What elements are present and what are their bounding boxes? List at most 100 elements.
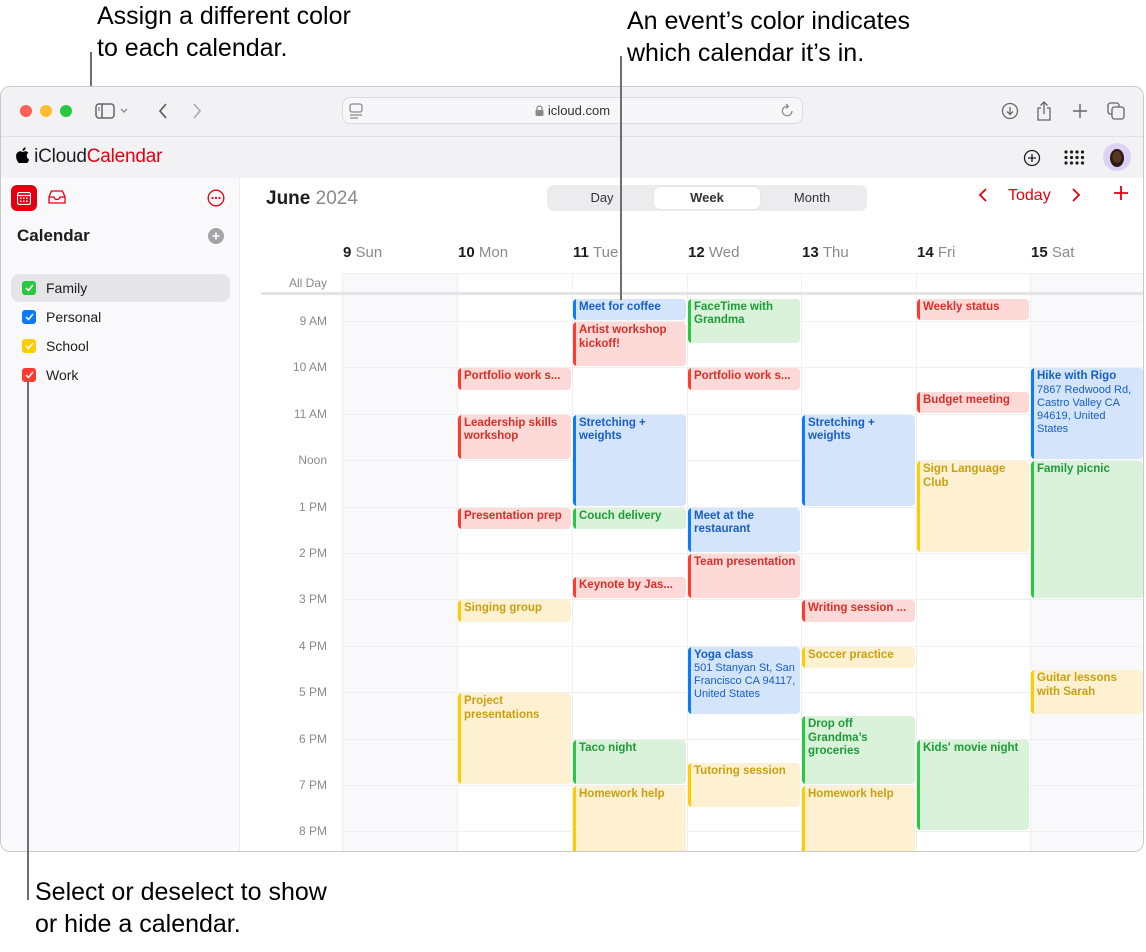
- day-header[interactable]: 11 Tue: [573, 244, 618, 261]
- new-event-button[interactable]: [1113, 185, 1129, 206]
- app-brand[interactable]: iCloudCalendar: [16, 146, 162, 168]
- app-grid-icon[interactable]: [1064, 150, 1085, 170]
- day-header[interactable]: 12 Wed: [688, 244, 739, 261]
- download-icon[interactable]: [997, 99, 1023, 123]
- calendar-label: School: [46, 338, 89, 354]
- brand-icloud: iCloud: [34, 146, 87, 167]
- address-bar[interactable]: icloud.com: [342, 97, 803, 124]
- zoom-window-button[interactable]: [60, 105, 72, 117]
- more-options-icon[interactable]: [207, 189, 225, 212]
- calendar-event[interactable]: Guitar lessons with Sarah: [1031, 670, 1143, 715]
- day-of-week: Wed: [708, 244, 740, 261]
- calendar-event[interactable]: Portfolio work s...: [688, 368, 800, 390]
- url-text: icloud.com: [547, 103, 611, 118]
- calendar-event[interactable]: Team presentation: [688, 554, 800, 599]
- lock-icon: [535, 104, 544, 119]
- hour-label: 10 AM: [292, 360, 327, 375]
- forward-icon[interactable]: [184, 99, 210, 123]
- calendar-event[interactable]: Portfolio work s...: [458, 368, 571, 390]
- day-header[interactable]: 9 Sun: [343, 244, 382, 261]
- previous-week-button[interactable]: [978, 183, 988, 209]
- calendar-event[interactable]: Sign Language Club: [917, 461, 1029, 552]
- day-column[interactable]: [342, 273, 457, 851]
- callout-line-1: Assign a different color: [97, 2, 351, 30]
- event-title: Meet for coffee: [579, 300, 661, 313]
- event-title: Meet at the restaurant: [694, 509, 755, 536]
- today-button[interactable]: Today: [1008, 187, 1051, 205]
- avatar[interactable]: [1103, 143, 1131, 176]
- reload-icon[interactable]: [781, 103, 794, 123]
- back-icon[interactable]: [150, 99, 176, 123]
- hour-label: 2 PM: [298, 546, 327, 560]
- day-number: 10: [458, 244, 479, 261]
- event-title: Hike with Rigo: [1037, 370, 1117, 383]
- calendar-event[interactable]: Artist workshop kickoff!: [573, 322, 686, 367]
- hour-label: 11 AM: [293, 406, 327, 421]
- callout-leader-line: [620, 56, 622, 300]
- event-title: Writing session ...: [808, 602, 907, 615]
- calendar-event[interactable]: Homework help: [802, 786, 915, 851]
- tabs-overview-icon[interactable]: [1103, 99, 1129, 123]
- share-icon[interactable]: [1031, 99, 1057, 123]
- calendar-checkbox[interactable]: [22, 368, 36, 382]
- calendar-event[interactable]: Soccer practice: [802, 646, 915, 668]
- calendar-item-school[interactable]: School: [11, 332, 230, 360]
- calendar-event[interactable]: Leadership skills workshop: [458, 414, 571, 460]
- calendar-event[interactable]: Yoga class 501 Stanyan St, San Francisco …: [688, 646, 800, 715]
- calendar-label: Family: [46, 280, 88, 296]
- event-title: Stretching + weights: [808, 416, 875, 443]
- calendar-event[interactable]: Project presentations: [458, 693, 571, 784]
- chevron-down-icon[interactable]: [117, 99, 131, 123]
- calendar-event[interactable]: Budget meeting: [917, 391, 1029, 413]
- calendar-event[interactable]: Homework help: [573, 786, 686, 851]
- calendar-event[interactable]: Stretching + weights: [573, 414, 686, 506]
- calendar-checkbox[interactable]: [22, 339, 36, 353]
- tab-month[interactable]: Month: [759, 187, 865, 209]
- calendar-event[interactable]: Keynote by Jas...: [573, 577, 686, 599]
- add-calendar-icon[interactable]: [208, 228, 224, 249]
- calendar-event[interactable]: Stretching + weights: [802, 414, 915, 506]
- day-header[interactable]: 14 Fri: [917, 244, 955, 261]
- tab-week[interactable]: Week: [654, 187, 760, 209]
- calendar-event[interactable]: Kids' movie night: [917, 739, 1029, 831]
- calendar-event[interactable]: Taco night: [573, 739, 686, 784]
- view-switcher: Day Week Month: [547, 185, 867, 211]
- day-header[interactable]: 13 Thu: [802, 244, 849, 261]
- calendar-event[interactable]: Weekly status: [917, 298, 1029, 320]
- next-week-button[interactable]: [1071, 183, 1081, 208]
- calendar-event[interactable]: Family picnic: [1031, 461, 1143, 599]
- event-title: Stretching + weights: [579, 416, 646, 443]
- day-of-week: Sat: [1051, 244, 1075, 261]
- calendar-item-work[interactable]: Work: [11, 361, 230, 389]
- calendar-event[interactable]: Drop off Grandma’s groceries: [802, 716, 915, 784]
- hour-label: 3 PM: [298, 592, 327, 607]
- calendar-event[interactable]: Tutoring session: [688, 762, 800, 808]
- calendar-event[interactable]: Meet for coffee: [573, 298, 686, 320]
- new-tab-icon[interactable]: [1067, 99, 1093, 123]
- day-of-week: Mon: [478, 244, 509, 261]
- day-header[interactable]: 15 Sat: [1031, 244, 1074, 261]
- day-header[interactable]: 10 Mon: [458, 244, 508, 261]
- checkmark-icon: [24, 342, 34, 350]
- minimize-window-button[interactable]: [40, 105, 52, 117]
- calendar-event[interactable]: Presentation prep: [458, 507, 571, 529]
- event-title: Presentation prep: [464, 509, 562, 522]
- calendar-event[interactable]: Couch delivery: [573, 507, 686, 529]
- calendar-event[interactable]: FaceTime with Grandma: [688, 298, 800, 344]
- calendar-checkbox[interactable]: [22, 281, 36, 295]
- inbox-icon[interactable]: [48, 190, 66, 209]
- sidebar-icon[interactable]: [92, 99, 118, 123]
- calendar-event[interactable]: Writing session ...: [802, 600, 915, 622]
- calendar-event[interactable]: Hike with Rigo 7867 Redwood Rd, Castro Va…: [1031, 368, 1143, 460]
- tab-day[interactable]: Day: [549, 187, 655, 209]
- calendar-event[interactable]: Singing group: [458, 600, 571, 622]
- event-title: Leadership skills workshop: [464, 416, 558, 443]
- close-window-button[interactable]: [20, 105, 32, 117]
- calendar-view-icon[interactable]: [11, 185, 37, 211]
- calendar-item-personal[interactable]: Personal: [11, 303, 230, 331]
- brand-calendar: Calendar: [86, 146, 163, 167]
- add-circle-icon[interactable]: [1023, 149, 1041, 172]
- calendar-checkbox[interactable]: [22, 310, 36, 324]
- calendar-item-family[interactable]: Family: [11, 274, 230, 302]
- calendar-event[interactable]: Meet at the restaurant: [688, 507, 800, 552]
